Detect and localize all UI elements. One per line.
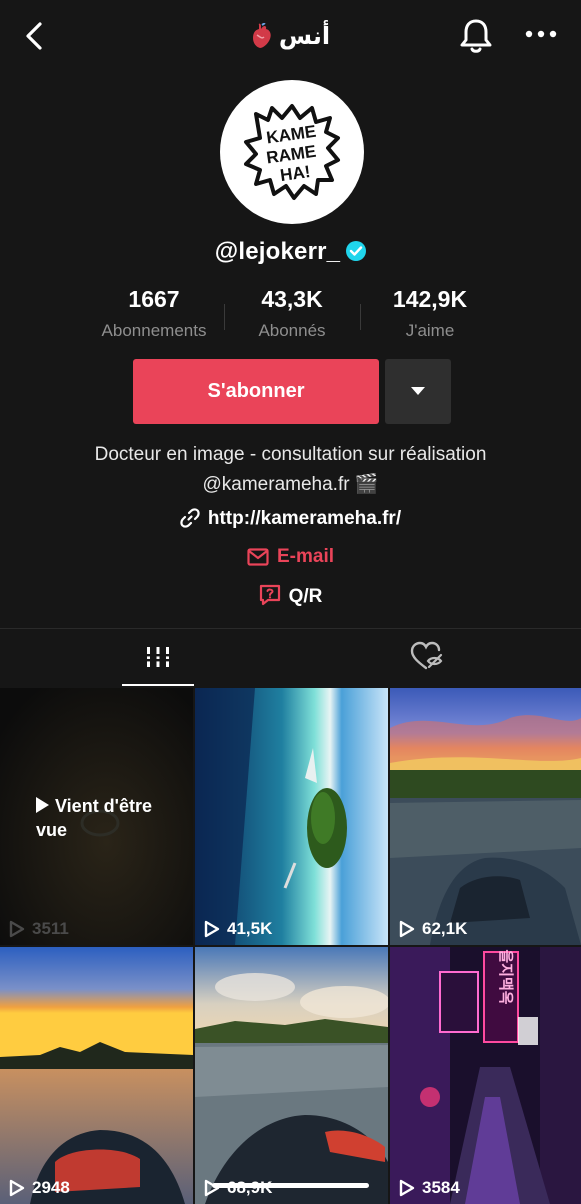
thumbnail-image: [0, 947, 193, 1204]
view-count-text: 3584: [422, 1178, 460, 1197]
play-outline-icon: [204, 1179, 220, 1197]
verified-badge-icon: [346, 241, 367, 261]
follow-button[interactable]: S'abonner: [133, 359, 379, 424]
stat-divider: [360, 304, 361, 330]
tabs-divider: [0, 628, 581, 629]
more-options-button[interactable]: [524, 24, 560, 44]
view-count-text: 41,5K: [227, 919, 273, 938]
title-text: أنس: [278, 23, 331, 50]
kamerameha-logo: KAME RAME HA!: [244, 104, 340, 200]
video-thumbnail[interactable]: 41,5K: [195, 688, 388, 945]
stat-following[interactable]: 1667 Abonnements: [90, 286, 218, 341]
thumbnail-image: [195, 688, 388, 945]
notification-bell-button[interactable]: [458, 16, 494, 56]
username-text: @lejokerr_: [214, 238, 341, 265]
more-dots-icon: [525, 30, 557, 38]
active-tab-indicator: [122, 684, 194, 686]
video-thumbnail[interactable]: 62,1K: [390, 688, 581, 945]
qa-label[interactable]: Q/R: [289, 586, 323, 607]
play-icon: [36, 797, 49, 813]
recently-viewed-label: Vient d'être vue: [36, 794, 152, 842]
view-count-text: 3511: [32, 919, 69, 938]
username: @lejokerr_: [0, 238, 581, 266]
play-outline-icon: [399, 1179, 415, 1197]
bio-line: Docteur en image - consultation sur réal…: [94, 444, 487, 465]
caret-down-icon: [411, 387, 425, 395]
home-indicator[interactable]: [212, 1183, 369, 1188]
play-outline-icon: [9, 920, 25, 938]
thumbnail-image: [195, 947, 388, 1204]
likes-count: 142,9K: [392, 286, 468, 312]
view-count: 41,5K: [203, 919, 272, 939]
view-count: 3511: [8, 919, 69, 939]
view-count-text: 2948: [32, 1178, 70, 1197]
website-link-text[interactable]: http://kamerameha.fr/: [208, 508, 401, 529]
stat-followers[interactable]: 43,3K Abonnés: [232, 286, 352, 341]
view-count: 3584: [398, 1178, 460, 1198]
link-icon: [180, 508, 200, 528]
anatomical-heart-icon: [251, 22, 273, 49]
tab-videos[interactable]: [122, 640, 194, 684]
video-thumbnail[interactable]: 68,9K: [195, 947, 388, 1204]
avatar[interactable]: KAME RAME HA!: [220, 80, 364, 224]
following-label: Abonnements: [101, 321, 207, 340]
svg-text:을지맥옥: 을지맥옥: [497, 949, 515, 1004]
tab-liked-videos[interactable]: [408, 640, 448, 674]
question-bubble-icon: [259, 584, 280, 606]
recently-viewed-text: Vient d'être: [55, 796, 152, 816]
thumbnail-image: [390, 688, 581, 945]
email-label[interactable]: E-mail: [277, 546, 334, 567]
video-thumbnail[interactable]: 을지맥옥 3584: [390, 947, 581, 1204]
likes-label: J'aime: [405, 321, 455, 340]
qa-button[interactable]: Q/R: [0, 584, 581, 608]
video-thumbnail[interactable]: Vient d'être vue 3511: [0, 688, 193, 945]
envelope-icon: [247, 548, 269, 566]
recently-viewed-text: vue: [36, 820, 68, 840]
suggested-accounts-button[interactable]: [385, 359, 451, 424]
stat-divider: [224, 304, 225, 330]
bell-icon: [460, 19, 492, 53]
website-link[interactable]: http://kamerameha.fr/: [0, 508, 581, 530]
view-count: 2948: [8, 1178, 70, 1198]
heart-hidden-icon: [410, 641, 443, 670]
view-count: 68,9K: [203, 1178, 272, 1198]
grid-icon: [146, 647, 170, 667]
bio-line: @kamerameha.fr 🎬: [202, 474, 379, 495]
video-thumbnail[interactable]: 2948: [0, 947, 193, 1204]
followers-label: Abonnés: [258, 321, 326, 340]
email-button[interactable]: E-mail: [0, 546, 581, 568]
play-outline-icon: [9, 1179, 25, 1197]
view-count-text: 68,9K: [227, 1178, 272, 1198]
play-outline-icon: [204, 920, 220, 938]
followers-count: 43,3K: [261, 286, 323, 312]
stat-likes: 142,9K J'aime: [370, 286, 490, 341]
thumbnail-image: 을지맥옥: [390, 947, 581, 1204]
view-count: 62,1K: [398, 919, 467, 939]
view-count-text: 62,1K: [422, 919, 468, 938]
play-outline-icon: [399, 920, 415, 938]
following-count: 1667: [128, 286, 180, 312]
